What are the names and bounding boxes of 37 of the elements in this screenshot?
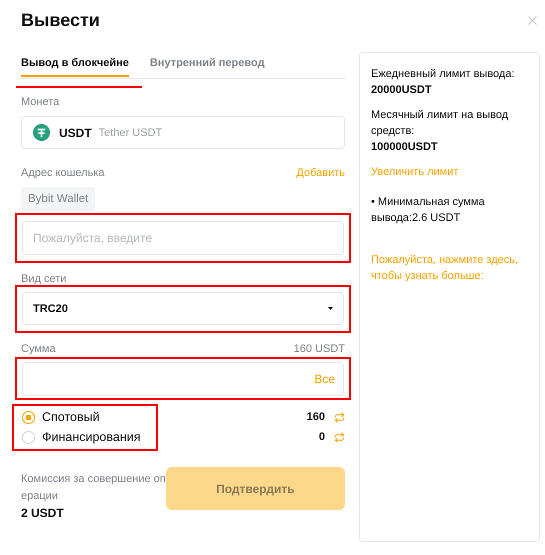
account-balance: 0	[318, 431, 325, 443]
limit-value: 20000USDT	[371, 83, 433, 98]
fee-value: 2 USDT	[21, 506, 65, 520]
available-amount: 160 USDT	[294, 343, 345, 355]
account-label: Спотовый	[42, 410, 100, 424]
info-link[interactable]: Пожалуйста, нажмите здесь, чтобы узнать больше:	[371, 252, 528, 284]
transfer-icon[interactable]	[334, 412, 345, 422]
coin-symbol: USDT	[59, 126, 92, 140]
account-balance: 160	[306, 411, 325, 423]
field-label: Монета	[21, 96, 60, 108]
all-button[interactable]: Все	[314, 372, 335, 386]
radio-button[interactable]	[22, 410, 35, 424]
network-select[interactable]: TRC20	[22, 292, 344, 325]
wallet-chip[interactable]: Bybit Wallet	[21, 187, 96, 211]
account-label: Финансирования	[42, 430, 140, 444]
dialog-title: Вывести	[21, 10, 100, 30]
limit-value: 100000USDT	[371, 140, 439, 155]
field-label: Вид сети	[21, 273, 66, 285]
coin-select[interactable]: USDT Tether USDT	[21, 116, 345, 149]
field-label: Адрес кошелька	[21, 167, 104, 179]
minimum-note: • Минимальная сумма вывода:2.6 USDT	[371, 195, 486, 226]
amount-input[interactable]: Все	[22, 362, 344, 396]
address-input[interactable]: Пожалуйста, введите	[22, 221, 344, 255]
fee-label: Комиссия за совершение оп	[21, 472, 166, 487]
coin-name: Tether USDT	[98, 126, 162, 138]
field-label: Сумма	[21, 343, 56, 355]
limit-label: Ежедневный лимит вывода:	[371, 67, 516, 82]
limit-label: Месячный лимит на вывод средств:	[371, 108, 510, 139]
fee-label: ерации	[21, 489, 59, 504]
tab[interactable]: Внутренний перевод	[150, 57, 265, 77]
radio-button[interactable]	[22, 430, 35, 444]
caret-icon	[328, 307, 333, 310]
info-link[interactable]: Увеличить лимит	[371, 164, 528, 180]
add-link[interactable]: Добавить	[296, 167, 345, 179]
tab[interactable]: Вывод в блокчейне	[21, 57, 129, 77]
transfer-icon[interactable]	[334, 432, 345, 442]
coin-icon	[33, 124, 50, 141]
